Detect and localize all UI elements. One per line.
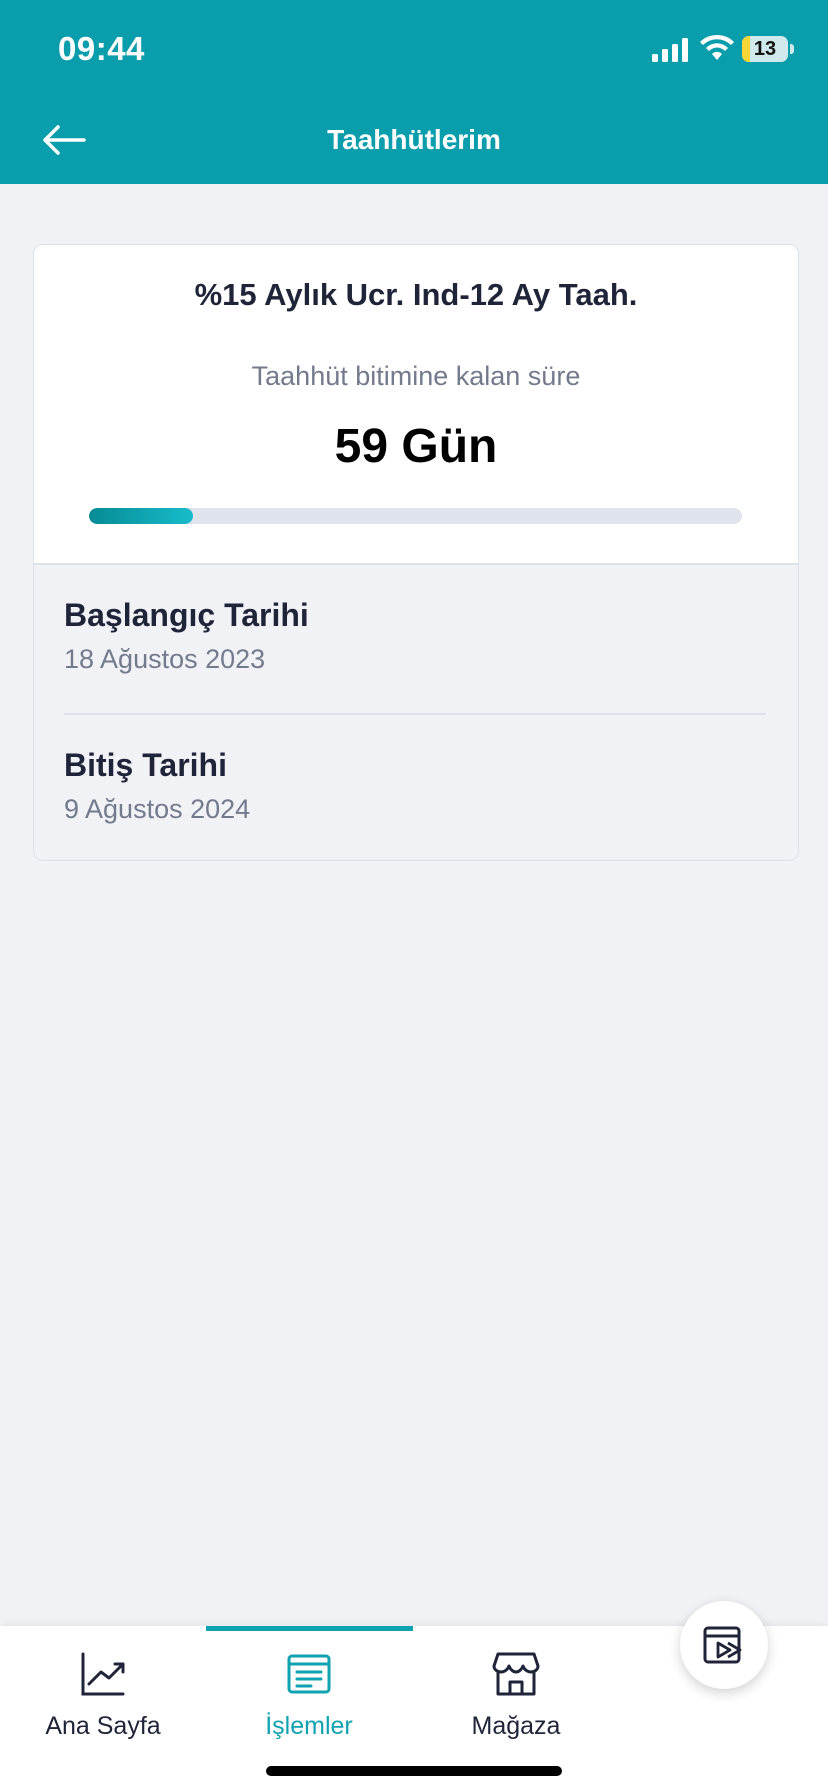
tab-label: Ana Sayfa [45, 1712, 161, 1740]
remaining-label: Taahhüt bitimine kalan süre [251, 361, 581, 391]
battery-level: 13 [753, 38, 777, 60]
battery-tip [790, 44, 794, 54]
commitment-card: %15 Aylık Ucr. Ind-12 Ay Taah. Taahhüt b… [33, 244, 799, 861]
nav-bar: Taahhütlerim [0, 98, 828, 184]
end-date-value: 9 Ağustos 2024 [64, 794, 251, 824]
status-time: 09:44 [58, 30, 145, 67]
chart-line-icon [81, 1652, 125, 1696]
video-play-icon [703, 1626, 742, 1664]
media-button[interactable] [680, 1601, 768, 1689]
store-icon [492, 1652, 540, 1696]
tab-store[interactable]: Mağaza [413, 1626, 619, 1746]
progress-fill [89, 508, 194, 524]
commitment-summary: %15 Aylık Ucr. Ind-12 Ay Taah. Taahhüt b… [34, 245, 798, 563]
status-bar: 09:44 13 [0, 0, 828, 98]
remaining-days: 59 Gün [334, 420, 498, 473]
battery-icon: 13 [742, 36, 788, 62]
tab-label: İşlemler [265, 1712, 353, 1740]
wifi-icon [700, 34, 734, 60]
signal-icon [652, 38, 688, 62]
start-date-row: Başlangıç Tarihi 18 Ağustos 2023 [64, 597, 798, 675]
end-date-row: Bitiş Tarihi 9 Ağustos 2024 [64, 747, 798, 825]
tab-home[interactable]: Ana Sayfa [0, 1626, 206, 1746]
home-indicator [266, 1766, 562, 1776]
progress-bar [89, 508, 742, 524]
end-date-label: Bitiş Tarihi [64, 747, 227, 783]
plan-name: %15 Aylık Ucr. Ind-12 Ay Taah. [194, 277, 638, 312]
tab-label: Mağaza [471, 1712, 561, 1740]
page-title: Taahhütlerim [327, 124, 501, 155]
divider [64, 713, 766, 715]
divider [34, 563, 798, 565]
start-date-label: Başlangıç Tarihi [64, 597, 309, 633]
tab-transactions[interactable]: İşlemler [206, 1626, 412, 1746]
start-date-value: 18 Ağustos 2023 [64, 644, 266, 674]
document-list-icon [287, 1654, 331, 1694]
